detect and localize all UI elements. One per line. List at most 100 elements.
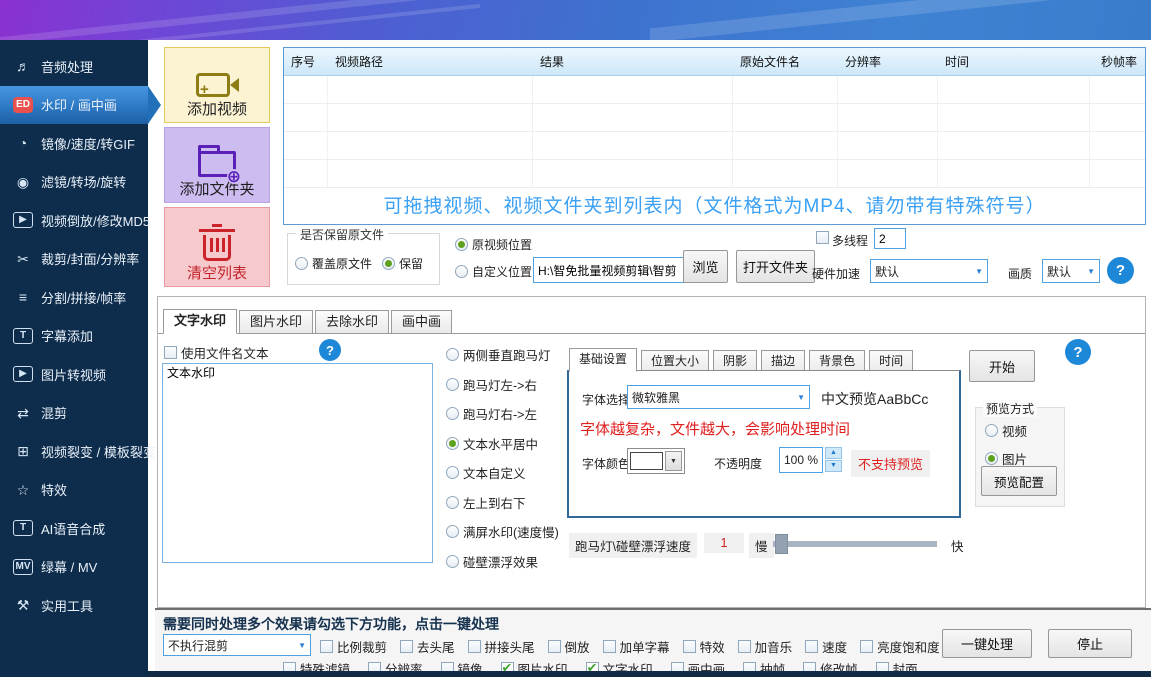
watermark-text-input[interactable]: 文本水印 — [162, 363, 433, 563]
sidebar-item[interactable]: ⇄ 混剪 — [0, 394, 148, 433]
watermark-tabs: 文字水印 图片水印 去除水印 画中画 — [163, 309, 454, 334]
multithread-checkbox[interactable] — [816, 231, 829, 244]
sidebar-item[interactable]: ◉ 滤镜/转场/旋转 — [0, 163, 148, 202]
batch-option[interactable]: 倒放 — [548, 637, 590, 656]
watermark-tab[interactable]: 图片水印 — [239, 310, 313, 334]
quality-select[interactable]: 默认 ▼ — [1042, 259, 1100, 283]
sidebar-item[interactable]: ≡ 分割/拼接/帧率 — [0, 278, 148, 317]
effect-option-radio[interactable]: 跑马灯左->右 — [446, 375, 559, 394]
add-video-icon — [196, 73, 230, 97]
radio-icon — [446, 555, 459, 568]
sidebar-item-label: 图片转视频 — [41, 365, 106, 384]
effect-option-radio[interactable]: 文本自定义 — [446, 463, 559, 482]
batch-header: 需要同时处理多个效果请勾选下方功能，点击一键处理 — [163, 614, 499, 634]
sidebar-item-label: 音频处理 — [41, 57, 93, 76]
output-help-icon[interactable]: ? — [1107, 257, 1134, 284]
open-folder-button[interactable]: 打开文件夹 — [736, 250, 815, 283]
keep-option-radio[interactable]: 覆盖原文件 — [295, 255, 372, 272]
sidebar-item[interactable]: T AI语音合成 — [0, 509, 148, 548]
panel-help-icon[interactable]: ? — [1065, 339, 1091, 365]
add-folder-button[interactable]: 添加文件夹 — [164, 127, 270, 203]
sidebar-item[interactable]: ☆ 特效 — [0, 471, 148, 510]
tools-icon: ⚒ — [13, 597, 33, 613]
trash-icon — [203, 235, 231, 261]
batch-option[interactable]: 亮度饱和度 — [860, 637, 940, 656]
settings-tab[interactable]: 位置大小 — [641, 350, 709, 372]
opacity-value[interactable]: 100 % — [779, 447, 823, 473]
batch-option[interactable]: 加单字幕 — [603, 637, 670, 656]
effect-option-radio[interactable]: 左上到右下 — [446, 493, 559, 512]
effect-option-radio[interactable]: 碰壁漂浮效果 — [446, 552, 559, 571]
clear-list-button[interactable]: 清空列表 — [164, 207, 270, 287]
process-all-button[interactable]: 一键处理 — [942, 629, 1032, 658]
batch-option[interactable]: 加音乐 — [738, 637, 793, 656]
sidebar-item[interactable]: MV 绿幕 / MV — [0, 548, 148, 587]
effect-option-radio[interactable]: 跑马灯右->左 — [446, 404, 559, 423]
use-filename-checkbox[interactable]: 使用文件名文本 — [164, 343, 269, 362]
settings-tab[interactable]: 描边 — [761, 350, 805, 372]
sidebar-item[interactable]: ✂ 裁剪/封面/分辨率 — [0, 240, 148, 279]
watermark-tab[interactable]: 文字水印 — [163, 309, 237, 334]
sidebar-item[interactable]: ▶ 图片转视频 — [0, 355, 148, 394]
mix-mode-select[interactable]: 不执行混剪 ▼ — [163, 634, 311, 656]
preview-config-button[interactable]: 预览配置 — [981, 466, 1057, 496]
watermark-panel: 文字水印 图片水印 去除水印 画中画 使用文件名文本 ? 文本水印 两侧垂直跑马… — [157, 296, 1146, 608]
chevron-down-icon: ▼ — [1083, 267, 1095, 276]
location-original-radio[interactable]: 原视频位置 — [455, 236, 532, 253]
checkbox-icon — [164, 346, 177, 359]
spin-down-icon[interactable]: ▼ — [825, 460, 842, 472]
sidebar-item[interactable]: ⊞ 视频裂变 / 模板裂变 — [0, 432, 148, 471]
location-custom-radio[interactable]: 自定义位置 — [455, 263, 532, 280]
batch-option[interactable]: 比例裁剪 — [320, 637, 387, 656]
watermark-tab[interactable]: 画中画 — [391, 310, 452, 334]
fission-icon: ⊞ — [13, 443, 33, 459]
sidebar-item-label: 水印 / 画中画 — [41, 95, 117, 114]
start-button[interactable]: 开始 — [969, 350, 1035, 382]
settings-tab[interactable]: 阴影 — [713, 350, 757, 372]
reverse-md5-icon: ▶ — [13, 212, 33, 228]
sidebar-item-label: 绿幕 / MV — [41, 557, 97, 576]
watermark-tab[interactable]: 去除水印 — [315, 310, 389, 334]
opacity-spinner: 100 % ▲ ▼ — [779, 447, 842, 473]
watermark-ed-icon: ED — [13, 97, 33, 113]
drag-drop-hint: 可拖拽视频、视频文件夹到列表内（文件格式为MP4、请勿带有特殊符号） — [284, 191, 1145, 218]
speed-slider-handle[interactable] — [775, 534, 788, 554]
settings-tab[interactable]: 时间 — [869, 350, 913, 372]
effect-option-radio[interactable]: 两侧垂直跑马灯 — [446, 345, 559, 364]
font-color-select[interactable]: ▼ — [627, 448, 685, 474]
effect-option-radio[interactable]: 满屏水印(速度慢) — [446, 522, 559, 541]
batch-option[interactable]: 拼接头尾 — [468, 637, 535, 656]
sidebar-item[interactable]: T 字幕添加 — [0, 317, 148, 356]
sidebar-item[interactable]: ED 水印 / 画中画 — [0, 86, 148, 125]
sidebar-item[interactable]: ⚒ 实用工具 — [0, 586, 148, 625]
batch-options-row1: 比例裁剪 去头尾 拼接头尾 倒放 — [320, 637, 940, 656]
settings-tab[interactable]: 基础设置 — [569, 348, 637, 372]
stop-button[interactable]: 停止 — [1048, 629, 1132, 658]
sidebar-item-label: 字幕添加 — [41, 326, 93, 345]
speed-slider-track[interactable] — [773, 541, 937, 547]
batch-option[interactable]: 去头尾 — [400, 637, 455, 656]
sidebar-item[interactable]: ♬ 音频处理 — [0, 47, 148, 86]
table-row — [284, 160, 1145, 188]
font-select[interactable]: 微软雅黑 ▼ — [627, 385, 810, 409]
preview-mode-radio[interactable]: 视频 — [985, 421, 1027, 440]
batch-option[interactable]: 速度 — [805, 637, 847, 656]
sidebar-item-label: 实用工具 — [41, 596, 93, 615]
keep-option-radio[interactable]: 保留 — [382, 255, 423, 272]
hw-accel-select[interactable]: 默认 ▼ — [870, 259, 988, 283]
sidebar-item[interactable]: ◔ 镜像/速度/转GIF — [0, 124, 148, 163]
titlebar[interactable] — [0, 0, 1151, 40]
settings-tab[interactable]: 背景色 — [809, 350, 865, 372]
text-help-icon[interactable]: ? — [319, 339, 341, 361]
effects-icon: ☆ — [13, 482, 33, 498]
batch-option[interactable]: 特效 — [683, 637, 725, 656]
multithread-input[interactable] — [874, 228, 906, 249]
file-table[interactable]: 序号视频路径结果原始文件名分辨率时间秒帧率 可拖拽视频、视频文件夹到列表内（文件… — [283, 47, 1146, 225]
add-video-button[interactable]: 添加视频 — [164, 47, 270, 123]
speed-label: 跑马灯\碰壁漂浮速度 — [569, 533, 697, 558]
sidebar-item[interactable]: ▶ 视频倒放/修改MD5 — [0, 201, 148, 240]
checkbox-icon — [805, 640, 818, 653]
browse-button[interactable]: 浏览 — [683, 250, 728, 283]
spin-up-icon[interactable]: ▲ — [825, 447, 842, 459]
effect-option-radio[interactable]: 文本水平居中 — [446, 434, 559, 453]
